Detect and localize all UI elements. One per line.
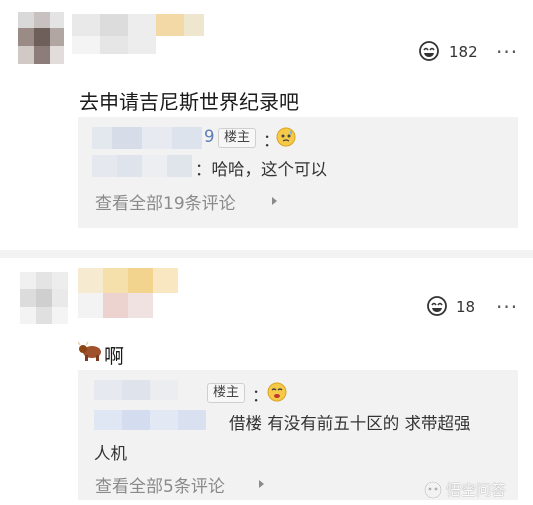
username-blurred[interactable] <box>78 268 178 318</box>
like-icon[interactable] <box>417 40 441 62</box>
reply-author-blurred[interactable] <box>94 380 204 400</box>
comment-card-2: 18 ··· 啊 楼主 ： 借楼 有没有前五十区的 求带超强 人机 查看全部5条 <box>0 258 533 505</box>
reply-author-blurred-2[interactable] <box>94 410 206 430</box>
op-badge: 楼主 <box>207 383 246 403</box>
like-count: 18 <box>456 298 476 316</box>
username-blurred[interactable] <box>72 14 212 58</box>
drool-emoji-icon <box>267 382 287 402</box>
cow-emoji-icon <box>78 341 101 361</box>
chevron-right-icon <box>272 197 277 205</box>
comment-text: 啊 <box>104 344 124 368</box>
more-icon[interactable]: ··· <box>496 297 518 317</box>
avatar[interactable] <box>20 272 68 324</box>
like-icon[interactable] <box>425 295 449 317</box>
reply-text-line2: 人机 <box>94 444 127 463</box>
view-all-replies-link[interactable]: 查看全部19条评论 <box>95 189 236 214</box>
op-badge: 楼主 <box>218 128 257 148</box>
reply-author-blurred-2[interactable] <box>92 155 192 177</box>
reply-text-line1: 借楼 有没有前五十区的 求带超强 <box>229 414 471 433</box>
chevron-right-icon <box>259 480 264 488</box>
comment-card-1: 182 ··· 去申请吉尼斯世界纪录吧 9 楼主 ： ：哈哈，这个可以 查看全部… <box>0 0 533 250</box>
reply-author-blurred[interactable] <box>92 127 202 149</box>
watermark: 悟空问答 <box>424 479 506 500</box>
reply-box[interactable]: 9 楼主 ： ：哈哈，这个可以 查看全部19条评论 <box>78 117 518 228</box>
avatar[interactable] <box>18 12 64 64</box>
like-count: 182 <box>449 43 478 61</box>
wukong-logo-icon <box>424 480 442 499</box>
more-icon[interactable]: ··· <box>496 42 518 62</box>
sweat-emoji-icon <box>276 127 296 147</box>
reply-author-suffix: 9 <box>204 127 215 146</box>
separator <box>0 250 533 258</box>
view-all-replies-link[interactable]: 查看全部5条评论 <box>95 472 225 497</box>
comment-text: 去申请吉尼斯世界纪录吧 <box>79 90 299 114</box>
reply-text: ：哈哈，这个可以 <box>195 160 327 179</box>
watermark-text: 悟空问答 <box>446 481 507 499</box>
